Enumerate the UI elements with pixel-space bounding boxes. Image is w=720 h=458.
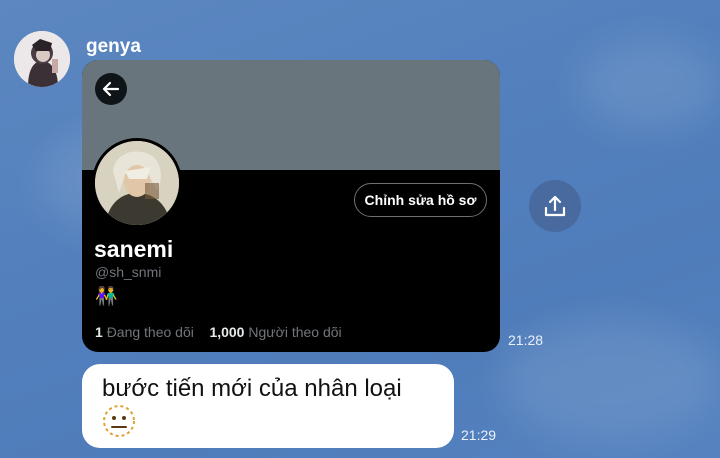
message-time: 21:28 — [508, 332, 544, 348]
followers-count: 1,000 — [209, 324, 245, 340]
profile-card-image[interactable]: Chỉnh sửa hồ sơ sanemi @sh_snmi 👫 1 Đang… — [82, 60, 500, 352]
bio-emoji: 👫 — [95, 286, 118, 306]
profile-handle: @sh_snmi — [95, 264, 162, 280]
reply-text: bước tiến mới của nhân loại — [102, 375, 402, 402]
share-button[interactable] — [529, 180, 581, 232]
follow-stats: 1 Đang theo dõi 1,000 Người theo dõi — [95, 324, 342, 340]
following-label: Đang theo dõi — [106, 324, 194, 340]
sender-avatar[interactable] — [14, 31, 70, 87]
reply-bubble[interactable]: bước tiến mới của nhân loại — [82, 364, 454, 448]
reply-time: 21:29 — [461, 427, 497, 443]
profile-picture — [92, 138, 182, 228]
back-arrow-icon — [95, 73, 127, 105]
profile-name: sanemi — [94, 236, 174, 262]
neutral-face-dotted-icon — [102, 404, 136, 443]
following-count: 1 — [95, 324, 103, 340]
sender-avatar-image — [14, 31, 70, 87]
background-cloud — [580, 40, 720, 130]
share-icon — [544, 195, 566, 217]
sender-name[interactable]: genya — [86, 36, 141, 58]
edit-profile-button: Chỉnh sửa hồ sơ — [354, 183, 487, 217]
followers-label: Người theo dõi — [248, 324, 342, 340]
